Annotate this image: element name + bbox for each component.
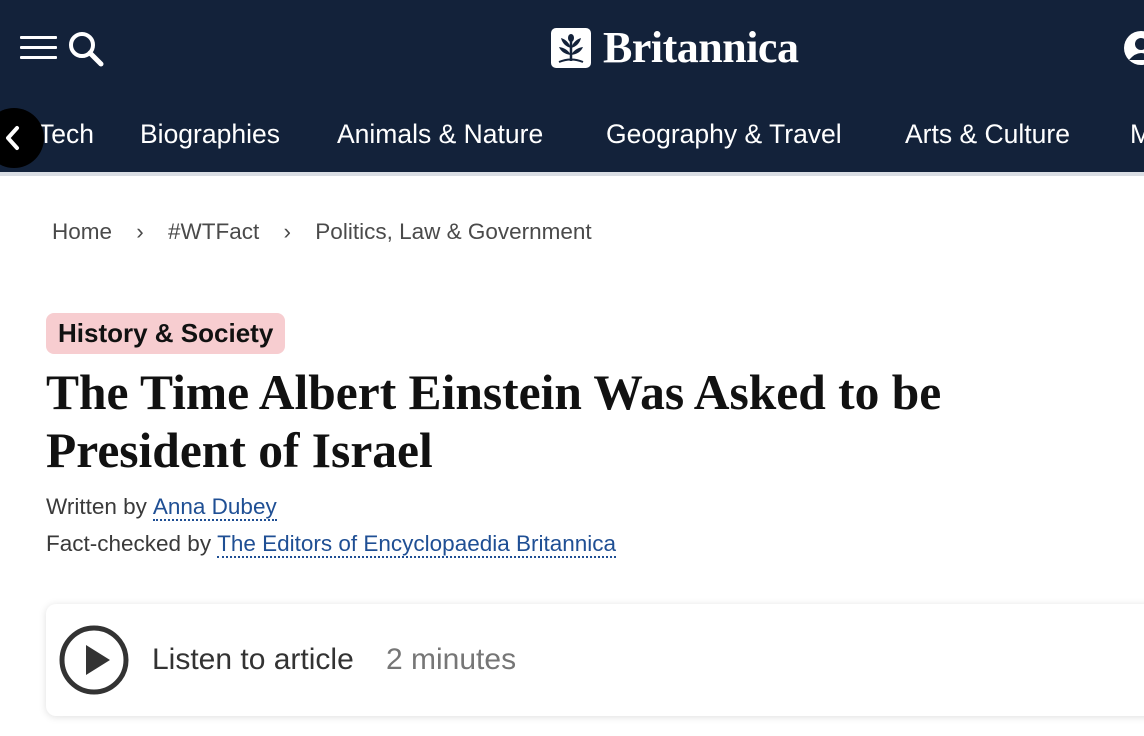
nav-scroll-left-button[interactable] [0,108,44,168]
written-by-label: Written by [46,494,147,519]
breadcrumb-separator: › [136,219,144,244]
britannica-logo[interactable]: Britannica [551,23,799,72]
breadcrumb-home[interactable]: Home [52,216,112,248]
audio-duration: 2 minutes [386,643,517,676]
breadcrumb: Home › #WTFact › Politics, Law & Governm… [52,216,592,248]
fact-check-byline: Fact-checked by The Editors of Encyclopae… [46,529,617,559]
article-title: The Time Albert Einstein Was Asked to be… [46,365,942,478]
breadcrumb-wtfact[interactable]: #WTFact [168,216,259,248]
nav-item-biographies[interactable]: Biographies [140,118,280,150]
logo-wordmark: Britannica [603,23,799,72]
category-nav: Tech Biographies Animals & Nature Geogra… [0,108,1144,168]
listen-label[interactable]: Listen to article [152,642,354,678]
play-circle-icon[interactable] [58,624,130,696]
fact-checker-link[interactable]: The Editors of Encyclopaedia Britannica [217,531,617,558]
header-divider [0,172,1144,176]
author-link[interactable]: Anna Dubey [152,494,277,521]
user-account-icon[interactable] [1123,30,1144,66]
breadcrumb-politics[interactable]: Politics, Law & Government [315,216,591,248]
chevron-left-icon [6,126,19,150]
category-tag[interactable]: History & Society [46,313,286,354]
fact-checked-label: Fact-checked by [46,531,212,556]
nav-item-arts-culture[interactable]: Arts & Culture [905,118,1070,150]
hamburger-menu-icon[interactable] [20,34,57,62]
breadcrumb-separator: › [283,219,292,244]
author-byline: Written by Anna Dubey [46,492,277,522]
thistle-logo-icon [551,28,591,68]
search-icon[interactable] [66,29,106,69]
nav-item-animals-nature[interactable]: Animals & Nature [337,118,543,150]
listen-to-article-card: Listen to article 2 minutes [46,604,1144,716]
nav-item-more[interactable]: M [1130,118,1144,150]
nav-item-geography-travel[interactable]: Geography & Travel [606,118,842,150]
site-header: Britannica Tech Biographies Animals & Na… [0,0,1144,172]
nav-item-tech[interactable]: Tech [38,118,94,150]
